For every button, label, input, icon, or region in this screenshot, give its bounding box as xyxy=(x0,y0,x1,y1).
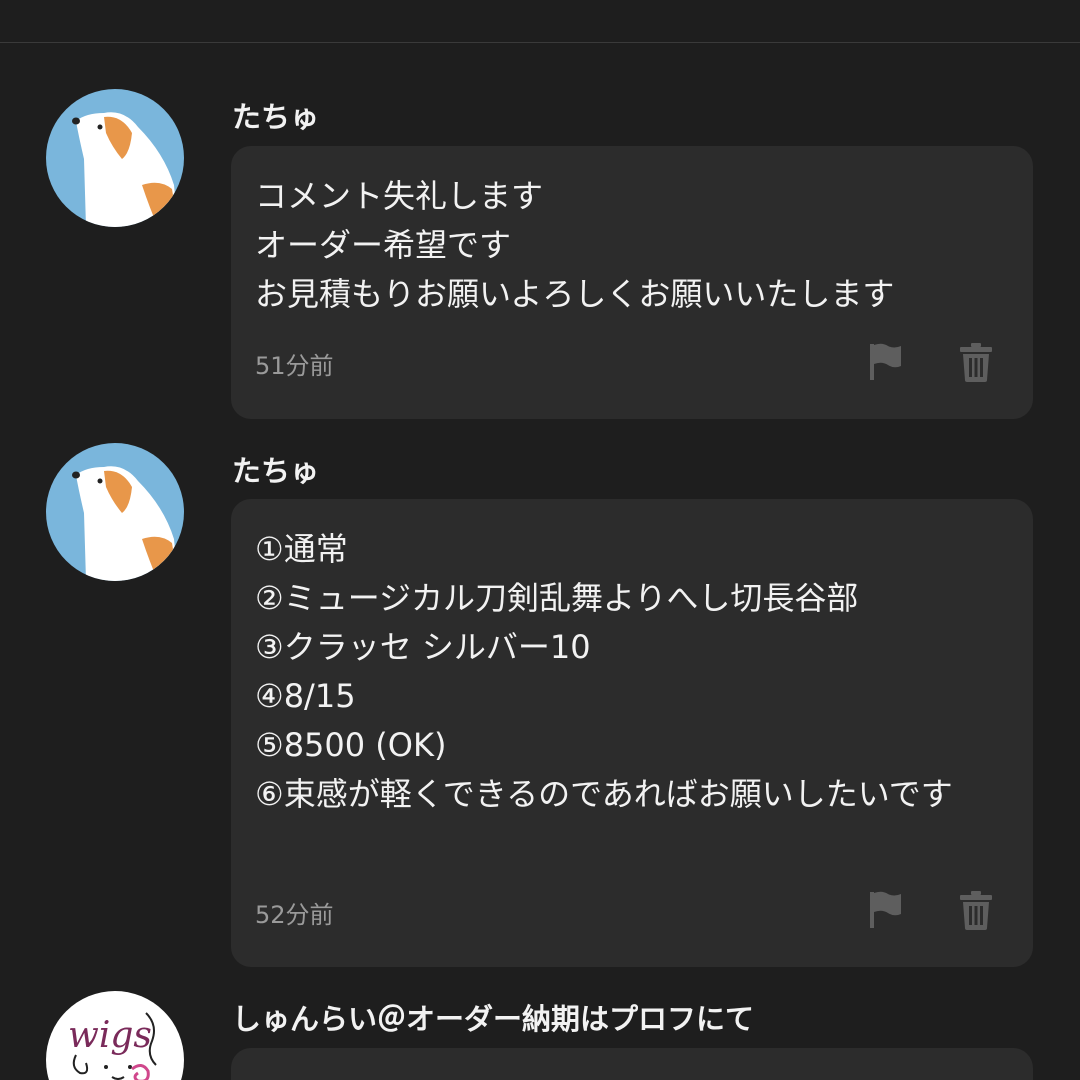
user-avatar[interactable] xyxy=(46,443,184,581)
comments-page: たちゅ コメント失礼します オーダー希望です お見積もりお願いよろしくお願いいた… xyxy=(0,0,1080,1080)
wigs-logo-text: wigs xyxy=(68,1015,152,1056)
comment-username[interactable]: たちゅ xyxy=(232,94,319,136)
comment-username[interactable]: しゅんらい＠オーダー納期はプロフにて xyxy=(232,996,754,1038)
report-button[interactable] xyxy=(865,340,905,384)
trash-icon xyxy=(960,891,992,930)
dog-avatar-icon xyxy=(72,466,178,581)
flag-icon xyxy=(870,343,901,380)
trash-icon xyxy=(960,343,992,382)
user-avatar[interactable] xyxy=(46,89,184,227)
delete-button[interactable] xyxy=(956,888,996,932)
comment-time: 51分前 xyxy=(255,352,334,380)
comment-bubble: コメント失礼します オーダー希望です お見積もりお願いよろしくお願いいたします … xyxy=(231,146,1033,419)
report-button[interactable] xyxy=(865,888,905,932)
dog-avatar-icon xyxy=(72,112,178,227)
comment-bubble xyxy=(231,1048,1033,1080)
comment-username[interactable]: たちゅ xyxy=(232,448,319,490)
comment-time: 52分前 xyxy=(255,901,334,929)
flag-icon xyxy=(870,891,901,928)
comment-bubble: ①通常 ②ミュージカル刀剣乱舞よりへし切長谷部 ③クラッセ シルバー10 ④8/… xyxy=(231,499,1033,967)
delete-button[interactable] xyxy=(956,340,996,384)
comment-body: コメント失礼します オーダー希望です お見積もりお願いよろしくお願いいたします xyxy=(255,177,895,313)
wigs-logo-avatar-icon: wigs xyxy=(68,1012,157,1080)
top-bar xyxy=(0,0,1080,43)
user-avatar[interactable]: wigs xyxy=(46,991,184,1080)
comment-body: ①通常 ②ミュージカル刀剣乱舞よりへし切長谷部 ③クラッセ シルバー10 ④8/… xyxy=(255,530,953,813)
